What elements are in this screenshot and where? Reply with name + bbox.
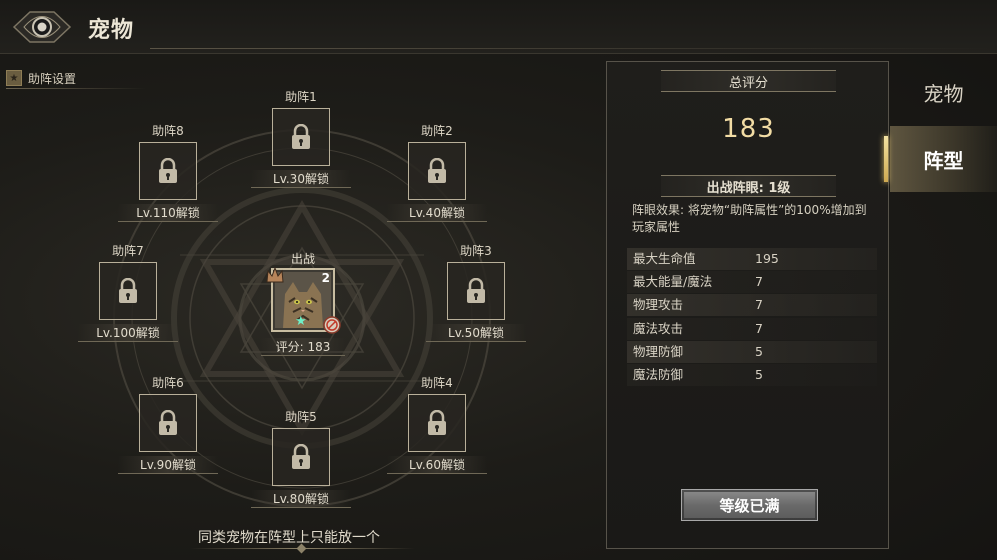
active-tab-indicator: [884, 136, 888, 182]
header-bar: 宠物: [0, 0, 997, 54]
stat-name: 物理防御: [633, 343, 684, 359]
header-divider: [150, 48, 990, 49]
stat-name: 魔法防御: [633, 366, 684, 382]
slot-name: 助阵2: [421, 124, 453, 138]
lock-icon: [428, 410, 446, 435]
total-score-ribbon: 总评分: [661, 70, 836, 92]
pet-count: 2: [321, 271, 330, 285]
slot-unlock-level: Lv.100解锁: [78, 324, 178, 342]
formation-eye-effect: 阵眼效果: 将宠物“助阵属性”的100%增加到玩家属性: [632, 203, 867, 234]
stat-name: 最大生命值: [633, 251, 696, 266]
slot-name: 助阵6: [152, 376, 184, 390]
stat-row: 魔法攻击 7: [627, 317, 877, 340]
stat-row: 最大能量/魔法 7: [627, 271, 877, 294]
slot-unlock-level: Lv.40解锁: [387, 204, 487, 222]
slot-box[interactable]: [272, 428, 330, 486]
formation-eye-ribbon: 出战阵眼: 1级: [661, 175, 836, 197]
lock-icon: [159, 410, 177, 435]
slot-box[interactable]: [408, 394, 466, 452]
stat-name: 物理攻击: [633, 297, 684, 313]
page-title: 宠物: [88, 18, 135, 43]
formation-slot-8[interactable]: 助阵8 Lv.110解锁: [108, 122, 228, 222]
lock-icon: [292, 444, 310, 469]
slot-box[interactable]: [408, 142, 466, 200]
lock-icon: [159, 158, 177, 183]
total-score-value: 183: [722, 114, 775, 144]
active-pet-slot[interactable]: 出战 2 ★ 评分: 183: [258, 250, 348, 356]
lock-icon: [292, 124, 310, 149]
formation-slot-4[interactable]: 助阵4 Lv.60解锁: [377, 374, 497, 474]
stat-value: 7: [755, 320, 763, 336]
stat-name: 最大能量/魔法: [633, 274, 713, 290]
stat-row: 最大生命值 195: [627, 248, 877, 270]
crown-icon: [266, 266, 284, 283]
formation-slot-6[interactable]: 助阵6 Lv.90解锁: [108, 374, 228, 474]
slot-box[interactable]: [272, 108, 330, 166]
slot-box[interactable]: [99, 262, 157, 320]
orb-emblem-icon[interactable]: [10, 4, 74, 50]
pet-card[interactable]: 2 ★: [266, 266, 341, 334]
pet-score: 评分: 183: [261, 338, 345, 356]
stat-row: 物理防御 5: [627, 340, 877, 363]
slot-unlock-level: Lv.50解锁: [426, 324, 526, 342]
slot-name: 助阵1: [285, 90, 317, 104]
stat-value: 5: [755, 343, 763, 359]
slot-unlock-level: Lv.30解锁: [251, 170, 351, 188]
stat-value: 7: [755, 297, 763, 313]
total-score-label: 总评分: [728, 75, 768, 91]
tab-formation[interactable]: 阵型: [890, 126, 997, 192]
slot-unlock-level: Lv.60解锁: [387, 456, 487, 474]
slot-box[interactable]: [139, 394, 197, 452]
slot-unlock-level: Lv.110解锁: [118, 204, 218, 222]
stat-value: 7: [755, 274, 763, 290]
slot-unlock-level: Lv.90解锁: [118, 456, 218, 474]
slot-box[interactable]: [139, 142, 197, 200]
formation-slot-3[interactable]: 助阵3 Lv.50解锁: [416, 242, 536, 342]
slot-box[interactable]: [447, 262, 505, 320]
slot-name: 助阵5: [285, 410, 317, 424]
prohibit-badge-icon: [323, 316, 341, 334]
lock-icon: [428, 158, 446, 183]
lock-icon: [119, 278, 137, 303]
formation-eye-level: 出战阵眼: 1级: [706, 180, 791, 196]
slot-name: 助阵3: [460, 244, 492, 258]
formation-slot-1[interactable]: 助阵1 Lv.30解锁: [241, 88, 361, 188]
formation-slot-5[interactable]: 助阵5 Lv.80解锁: [241, 408, 361, 508]
slot-name: 助阵4: [421, 376, 453, 390]
stats-panel: 总评分 183 出战阵眼: 1级 阵眼效果: 将宠物“助阵属性”的100%增加到…: [606, 61, 889, 549]
formation-rule-note: 同类宠物在阵型上只能放一个: [198, 530, 380, 546]
slot-name: 助阵8: [152, 124, 184, 138]
slot-unlock-level: Lv.80解锁: [251, 490, 351, 508]
stat-value: 5: [755, 366, 763, 382]
stat-row: 魔法防御 5: [627, 363, 877, 386]
level-max-button[interactable]: 等级已满: [681, 489, 818, 521]
star-icon: ★: [295, 314, 307, 329]
slot-name: 助阵7: [112, 244, 144, 258]
stat-name: 魔法攻击: [633, 320, 684, 336]
stat-list: 最大生命值 195 最大能量/魔法 7 物理攻击 7 魔法攻击 7 物理防御 5…: [627, 248, 877, 387]
tab-pet[interactable]: 宠物: [890, 62, 997, 122]
stat-value: 195: [755, 251, 779, 266]
formation-slot-7[interactable]: 助阵7 Lv.100解锁: [68, 242, 188, 342]
formation-area: 助阵1 Lv.30解锁 助阵2 Lv.40解锁 助阵3 Lv.50解锁 助阵4 …: [0, 60, 600, 560]
formation-slot-2[interactable]: 助阵2 Lv.40解锁: [377, 122, 497, 222]
stat-row: 物理攻击 7: [627, 294, 877, 317]
lock-icon: [467, 278, 485, 303]
